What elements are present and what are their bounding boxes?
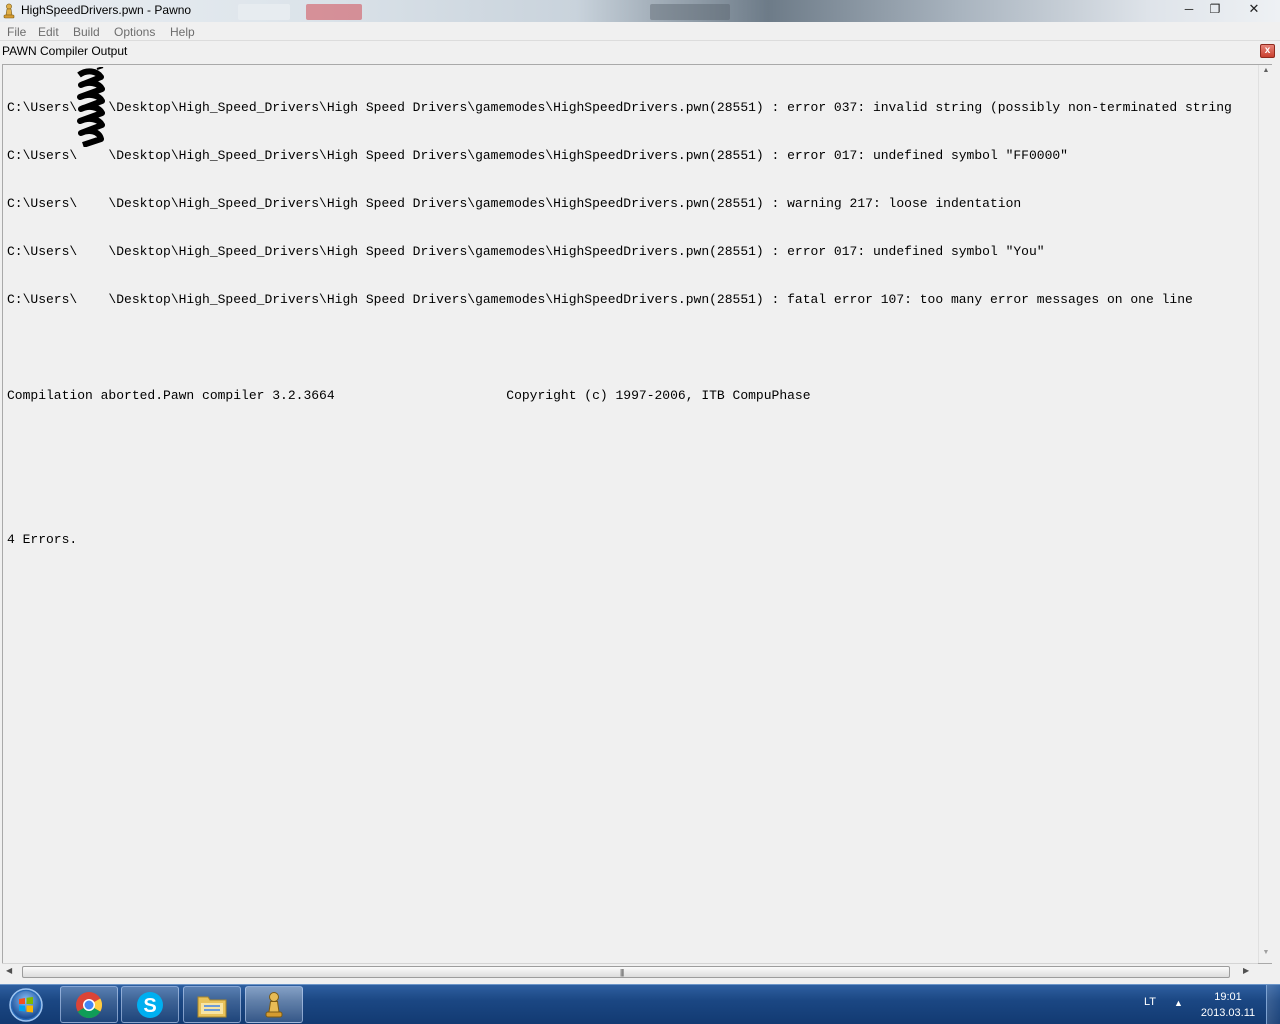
output-line: C:\Users\ \Desktop\High_Speed_Drivers\Hi… [7,100,1232,115]
background-blur [650,4,730,20]
svg-text:S: S [143,995,156,1017]
background-blur [238,4,290,20]
start-orb-icon[interactable] [4,986,48,1024]
output-line: Compilation aborted.Pawn compiler 3.2.36… [7,388,811,403]
skype-icon: S [137,991,163,1018]
vertical-scrollbar[interactable]: ▲ ▼ [1258,65,1272,963]
output-lines: C:\Users\ \Desktop\High_Speed_Drivers\Hi… [7,68,1232,580]
output-line: C:\Users\ \Desktop\High_Speed_Drivers\Hi… [7,244,1045,259]
menu-bar: File Edit Build Options Help [0,22,1280,41]
taskbar-pawno-button[interactable] [245,986,303,1023]
restore-button[interactable]: ❐ [1202,0,1228,18]
taskbar-chrome-button[interactable] [60,986,118,1023]
scroll-left-arrow-icon[interactable]: ◀ [6,966,18,978]
pawno-icon [265,991,283,1017]
scroll-down-arrow-icon[interactable]: ▼ [1259,949,1273,961]
restore-icon: ❐ [1209,2,1221,16]
background-blur [306,4,362,20]
horizontal-scroll-thumb[interactable]: ||| [22,966,1230,978]
taskbar-explorer-button[interactable] [183,986,241,1023]
output-line: C:\Users\ \Desktop\High_Speed_Drivers\Hi… [7,148,1068,163]
scroll-up-arrow-icon[interactable]: ▲ [1259,67,1273,79]
menu-options[interactable]: Options [114,25,155,39]
redaction-scribble [77,67,105,147]
scroll-right-arrow-icon[interactable]: ▶ [1243,966,1255,978]
compiler-output-text[interactable]: C:\Users\ \Desktop\High_Speed_Drivers\Hi… [2,64,1272,964]
window-title: HighSpeedDrivers.pwn - Pawno [21,3,192,17]
compiler-output-header: PAWN Compiler Output [0,41,1280,62]
menu-edit[interactable]: Edit [38,25,59,39]
clock-date: 2013.03.11 [1200,1007,1256,1019]
menu-file[interactable]: File [7,25,26,39]
horizontal-scrollbar[interactable]: ◀ ||| ▶ [2,963,1258,979]
taskbar-skype-button[interactable]: S [121,986,179,1023]
output-line: C:\Users\ \Desktop\High_Speed_Drivers\Hi… [7,292,1193,307]
close-icon: x [1264,45,1271,56]
panel-close-button[interactable]: x [1260,44,1275,58]
folder-icon [197,996,227,1017]
chrome-icon [76,991,103,1018]
close-button[interactable]: ✕ [1240,0,1268,18]
menu-build[interactable]: Build [73,25,100,39]
close-icon: ✕ [1248,1,1260,16]
minimize-button[interactable]: ─ [1176,0,1202,18]
clock-time: 19:01 [1214,991,1242,1003]
tray-language-indicator[interactable]: LT [1144,996,1156,1008]
panel-title: PAWN Compiler Output [2,44,128,58]
menu-help[interactable]: Help [170,25,195,39]
show-desktop-button[interactable] [1266,985,1280,1024]
scroll-grip-icon: ||| [620,968,624,977]
output-line: 4 Errors. [7,532,78,547]
minimize-icon: ─ [1184,2,1194,16]
output-line: C:\Users\ \Desktop\High_Speed_Drivers\Hi… [7,196,1022,211]
taskbar: S LT ▲ 19:01 2013.03.11 [0,984,1280,1024]
window-title-bar[interactable]: HighSpeedDrivers.pwn - Pawno ─ ❐ ✕ [0,0,1280,22]
show-hidden-icons-icon[interactable]: ▲ [1174,998,1183,1008]
pawno-app-icon [3,3,15,19]
